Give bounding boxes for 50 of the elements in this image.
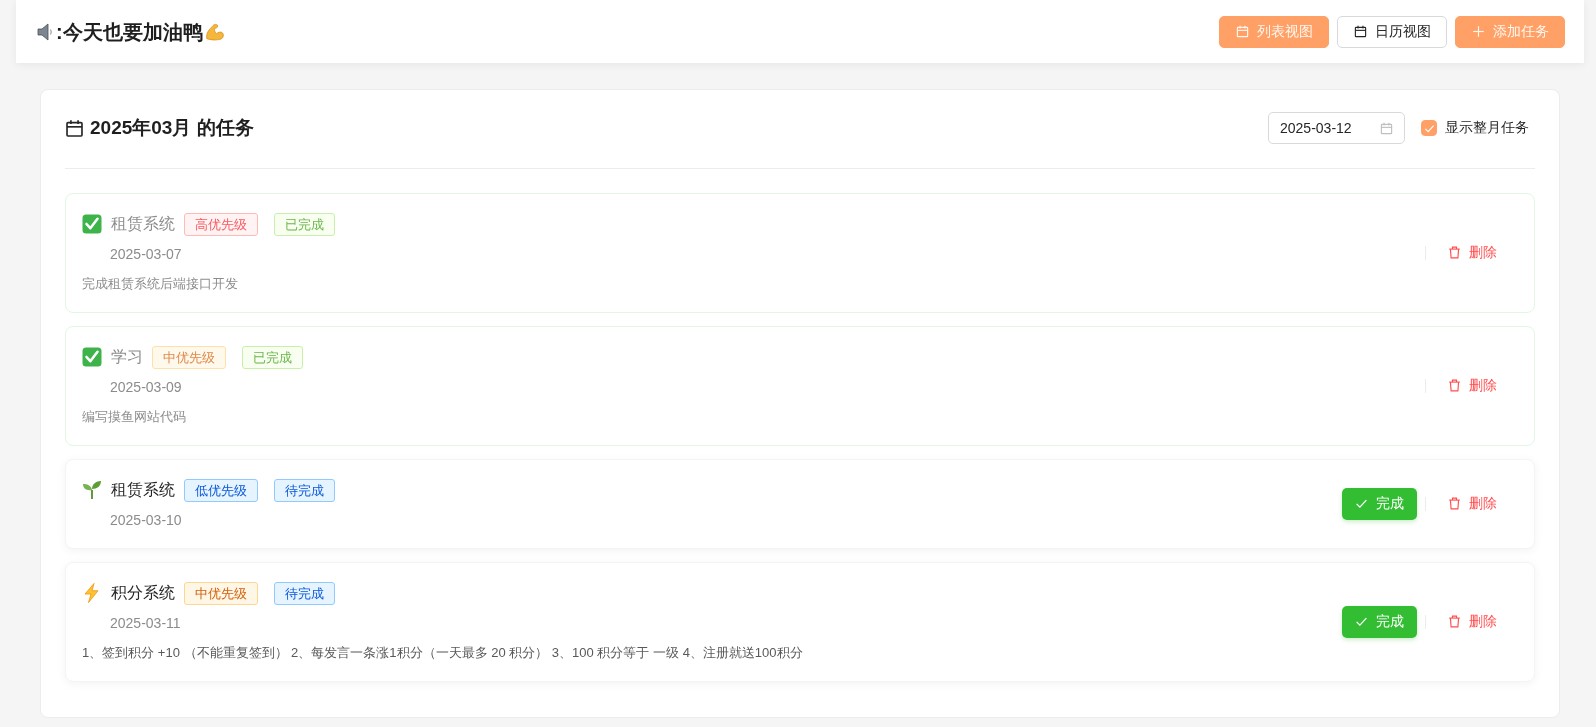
task-title: 租赁系统 (111, 479, 175, 500)
sprout-icon (82, 480, 102, 500)
checkbox-label[interactable]: 显示整月任务 (1445, 119, 1529, 137)
checkmark-icon (82, 214, 102, 234)
status-tag: 待完成 (274, 478, 335, 502)
complete-button[interactable]: 完成 (1342, 605, 1417, 638)
add-task-button[interactable]: 添加任务 (1455, 15, 1565, 48)
delete-button[interactable]: 删除 (1434, 236, 1511, 269)
status-tag: 已完成 (274, 212, 335, 236)
task-title: 学习 (111, 346, 143, 367)
calendar-icon (1353, 25, 1367, 38)
calendar-icon (1380, 121, 1393, 135)
lightning-icon (82, 583, 102, 603)
task-date: 2025-03-07 (110, 245, 182, 263)
trash-icon (1448, 379, 1461, 392)
page-title: :今天也要加油鸭 (56, 19, 203, 45)
task-description: 编写摸鱼网站代码 (82, 408, 186, 426)
task-description: 1、签到积分 +10 （不能重复签到） 2、每发言一条涨1积分（一天最多 20 积分） 3、100 积分等于 一级 4、注册就送100积分 (82, 644, 803, 662)
task-date: 2025-03-10 (110, 511, 182, 529)
calendar-icon (1235, 25, 1249, 38)
checkbox[interactable] (1421, 120, 1437, 136)
date-picker-field[interactable]: 2025-03-12 (1268, 112, 1405, 144)
task-date: 2025-03-09 (110, 378, 182, 396)
task-date: 2025-03-11 (110, 614, 181, 632)
view-tab-button[interactable]: 列表视图 (1219, 15, 1329, 48)
priority-tag: 高优先级 (184, 212, 258, 236)
trash-icon (1448, 497, 1461, 510)
status-tag: 已完成 (242, 345, 303, 369)
trash-icon (1448, 615, 1461, 628)
plus-icon (1471, 25, 1485, 38)
view-tab-button[interactable]: 日历视图 (1337, 15, 1447, 48)
calendar-icon (65, 118, 84, 138)
task-description: 完成租赁系统后端接口开发 (82, 275, 238, 293)
priority-tag: 中优先级 (152, 345, 226, 369)
trash-icon (1448, 246, 1461, 259)
complete-button[interactable]: 完成 (1342, 487, 1417, 520)
panel-title: 2025年03月 的任务 (90, 116, 254, 140)
check-icon (1355, 497, 1368, 510)
task-title: 积分系统 (111, 582, 175, 603)
checkmark-icon (82, 347, 102, 367)
task-title: 租赁系统 (111, 213, 175, 234)
speaker-icon (35, 21, 55, 42)
delete-button[interactable]: 删除 (1434, 369, 1511, 402)
check-icon (1355, 615, 1368, 628)
status-tag: 待完成 (274, 581, 335, 605)
flexed-arm-icon (203, 21, 224, 42)
delete-button[interactable]: 删除 (1434, 605, 1511, 638)
delete-button[interactable]: 删除 (1434, 487, 1511, 520)
priority-tag: 中优先级 (184, 581, 258, 605)
priority-tag: 低优先级 (184, 478, 258, 502)
